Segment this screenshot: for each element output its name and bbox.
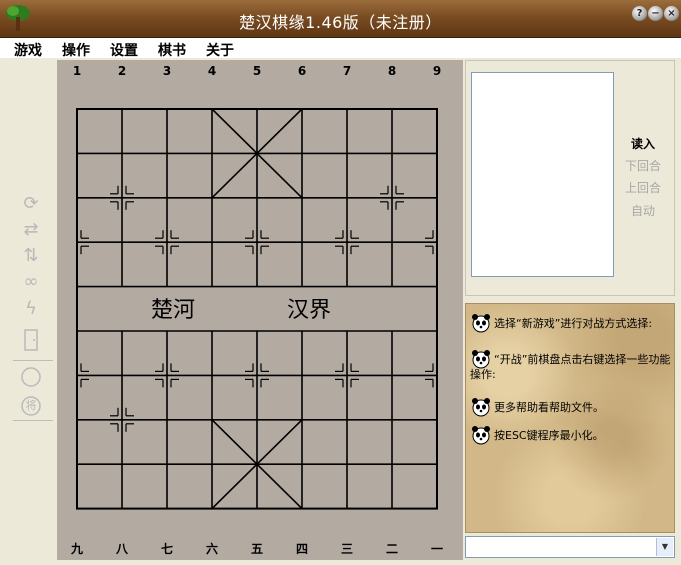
- column-label-top: 3: [162, 64, 172, 78]
- auto-play-button[interactable]: 自动: [618, 202, 668, 219]
- help-tip: 按ESC键程序最小化。: [470, 426, 672, 445]
- flip-updown-icon[interactable]: ⇅: [19, 245, 43, 267]
- playback-panel: 读入 下回合 上回合 自动: [465, 60, 675, 296]
- toolbar-separator: [13, 360, 53, 361]
- next-round-button[interactable]: 下回合: [618, 157, 668, 174]
- panda-icon: [472, 350, 490, 369]
- column-label-bottom: 七: [160, 542, 173, 556]
- help-tip-text: 更多帮助看帮助文件。: [494, 401, 604, 414]
- column-label-bottom: 三: [340, 542, 353, 556]
- toolbar-separator: [13, 420, 53, 421]
- move-list[interactable]: [471, 72, 614, 277]
- column-label-top: 8: [387, 64, 397, 78]
- column-label-bottom: 九: [70, 542, 83, 556]
- status-combo[interactable]: ▼: [465, 536, 675, 558]
- redo-arrows-icon[interactable]: ⟳: [19, 193, 43, 215]
- menu-bar: 游戏 操作 设置 棋书 关于: [0, 38, 681, 59]
- river-right-label: 汉界: [287, 298, 331, 323]
- column-label-bottom: 一: [430, 542, 443, 556]
- lightning-icon[interactable]: ϟ: [19, 298, 43, 320]
- column-label-top: 4: [207, 64, 217, 78]
- menu-chessbook[interactable]: 棋书: [158, 40, 186, 60]
- circle-icon[interactable]: [19, 366, 43, 388]
- column-label-bottom: 六: [205, 542, 218, 556]
- column-label-top: 6: [297, 64, 307, 78]
- column-label-top: 7: [342, 64, 352, 78]
- column-label-bottom: 五: [250, 542, 263, 556]
- help-panel: 选择“新游戏”进行对战方式选择: “开战”前棋盘点击右键选择一些功能操作: 更多…: [465, 303, 675, 533]
- menu-operate[interactable]: 操作: [62, 40, 90, 60]
- general-piece-icon[interactable]: 将: [19, 395, 43, 417]
- column-label-bottom: 二: [385, 542, 398, 556]
- board-area[interactable]: 楚河 汉界 1 2 3 4 5 6 7 8 9 九 八 七 六 五 四 三 二 一: [57, 60, 463, 560]
- window-title: 楚汉棋缘1.46版（未注册）: [239, 13, 442, 32]
- prev-round-button[interactable]: 上回合: [618, 179, 668, 196]
- menu-game[interactable]: 游戏: [14, 40, 42, 60]
- column-label-top: 5: [252, 64, 262, 78]
- help-tip-text: “开战”前棋盘点击右键选择一些功能操作:: [470, 353, 671, 381]
- read-button[interactable]: 读入: [618, 135, 668, 152]
- help-button[interactable]: ?: [632, 6, 647, 21]
- menu-settings[interactable]: 设置: [110, 40, 138, 60]
- column-label-top: 2: [117, 64, 127, 78]
- minimize-button[interactable]: −: [648, 6, 663, 21]
- river-left-label: 楚河: [151, 298, 195, 323]
- swap-arrows-icon[interactable]: ⇄: [19, 219, 43, 241]
- chevron-down-icon[interactable]: ▼: [656, 538, 673, 556]
- column-label-bottom: 四: [295, 542, 308, 556]
- column-label-bottom: 八: [115, 542, 128, 556]
- general-piece-label: 将: [25, 399, 37, 412]
- link-icon[interactable]: ∞: [19, 271, 43, 293]
- help-tip: 选择“新游戏”进行对战方式选择:: [470, 314, 672, 333]
- panda-icon: [472, 398, 490, 417]
- door-icon[interactable]: [19, 329, 43, 351]
- help-tip-text: 选择“新游戏”进行对战方式选择:: [494, 317, 653, 330]
- help-tip: 更多帮助看帮助文件。: [470, 398, 672, 417]
- help-tip: “开战”前棋盘点击右键选择一些功能操作:: [470, 350, 672, 382]
- close-button[interactable]: ×: [664, 6, 679, 21]
- left-toolbar: ⟳ ⇄ ⇅ ∞ ϟ 将: [7, 60, 53, 560]
- column-label-top: 9: [432, 64, 442, 78]
- title-bar: 楚汉棋缘1.46版（未注册） ? − ×: [0, 0, 681, 38]
- panda-icon: [472, 426, 490, 445]
- help-tip-text: 按ESC键程序最小化。: [494, 429, 604, 442]
- panda-icon: [472, 314, 490, 333]
- menu-about[interactable]: 关于: [206, 40, 234, 60]
- chess-board[interactable]: 楚河 汉界: [57, 60, 463, 560]
- column-label-top: 1: [72, 64, 82, 78]
